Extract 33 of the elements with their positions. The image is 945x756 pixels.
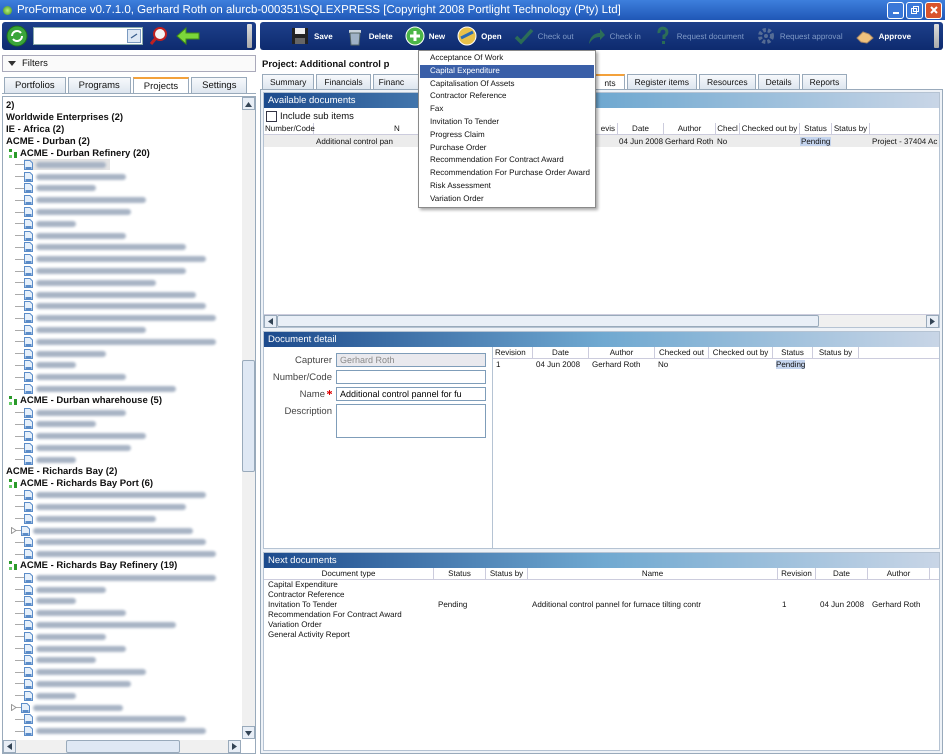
table-cell: Pending <box>800 136 832 146</box>
table-cell: 1 <box>496 360 500 369</box>
panel-title: Document detail <box>268 334 337 345</box>
project-heading: Project: Additional control p <box>262 59 390 70</box>
table-cell: Recommendation For Contract Award <box>268 610 402 620</box>
window-title: ProFormance v0.7.1.0, Gerhard Roth on alurcb-000351\SQLEXPRESS [Copyright 2008 Portlight Technology (Pty) Ltd] <box>17 4 622 16</box>
table-cell-text: Project - 37404 Ac <box>871 136 938 146</box>
table-cell: Invitation To Tender <box>268 600 338 610</box>
table-cell: 04 Jun 2008 <box>618 136 664 146</box>
table-cell-text: Additional control pan <box>315 136 394 146</box>
field-label: Name <box>300 389 325 401</box>
panel-title: Available documents <box>268 95 356 106</box>
table-cell: 04 Jun 2008 <box>820 600 864 610</box>
panel-title: Next documents <box>268 555 337 566</box>
table-cell: Pending <box>438 600 468 610</box>
field-label: Description <box>284 406 332 419</box>
table-cell: Gerhard Roth <box>872 600 920 610</box>
checkbox-label: Include sub items <box>280 111 354 122</box>
filters-label: Filters <box>22 58 48 69</box>
table-cell: Gerhard Roth <box>664 136 714 146</box>
table-cell: 04 Jun 2008 <box>536 360 580 369</box>
table-cell: Additional control pannel for furnace tilting contr <box>532 600 701 610</box>
table-cell: No <box>658 360 668 369</box>
field-label: Number/Code <box>272 372 332 384</box>
table-cell: Variation Order <box>268 620 322 630</box>
table-cell: General Activity Report <box>268 630 350 640</box>
field-label: Capturer <box>295 355 332 367</box>
table-cell: 1 <box>782 600 786 610</box>
table-cell: No <box>716 136 728 146</box>
table-cell: Contractor Reference <box>268 590 344 600</box>
table-cell: Gerhard Roth <box>592 360 640 369</box>
table-cell: Capital Expenditure <box>268 580 338 590</box>
table-cell: Pending <box>776 360 806 369</box>
